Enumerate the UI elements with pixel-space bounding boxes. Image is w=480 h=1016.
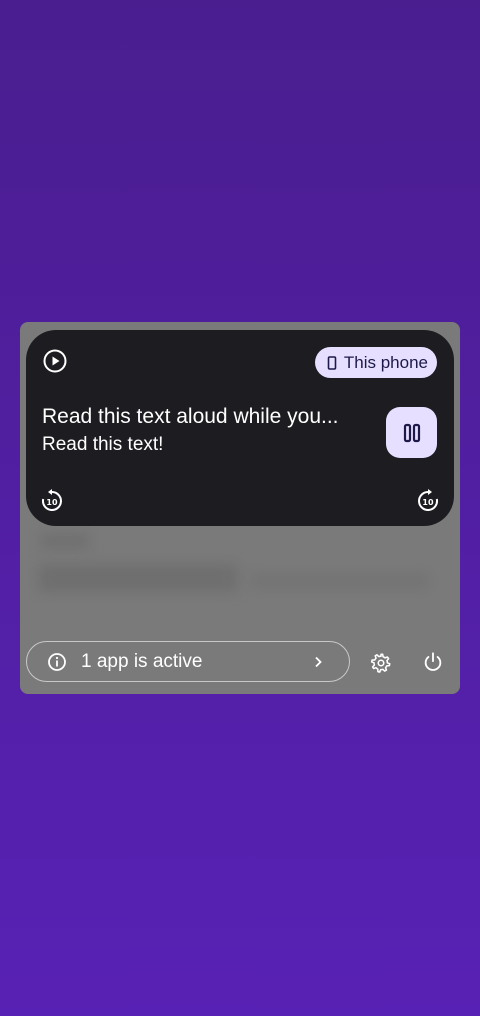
pause-button[interactable] [386, 407, 437, 458]
play-circle-icon[interactable] [42, 348, 68, 374]
blurred-content [38, 564, 238, 592]
quick-settings-panel: This phone Read this text aloud while yo… [20, 322, 460, 694]
phone-icon [327, 355, 337, 370]
chevron-right-icon [315, 656, 322, 667]
replay-10-icon[interactable]: 10 [39, 488, 65, 514]
active-apps-label: 1 app is active [81, 650, 203, 672]
info-icon [48, 652, 66, 671]
media-player-card: This phone Read this text aloud while yo… [26, 330, 454, 526]
active-apps-button[interactable]: 1 app is active [26, 641, 350, 682]
pause-icon [403, 423, 420, 442]
blurred-content [250, 572, 430, 590]
blurred-content [40, 534, 90, 548]
svg-text:10: 10 [422, 498, 434, 507]
output-device-label: This phone [343, 352, 428, 372]
gear-icon[interactable] [370, 652, 392, 674]
power-icon[interactable] [422, 651, 444, 673]
track-subtitle: Read this text! [42, 434, 164, 455]
output-device-chip[interactable]: This phone [314, 347, 437, 378]
track-title: Read this text aloud while you... [42, 405, 339, 428]
forward-10-icon[interactable]: 10 [415, 488, 441, 514]
svg-text:10: 10 [46, 498, 58, 507]
